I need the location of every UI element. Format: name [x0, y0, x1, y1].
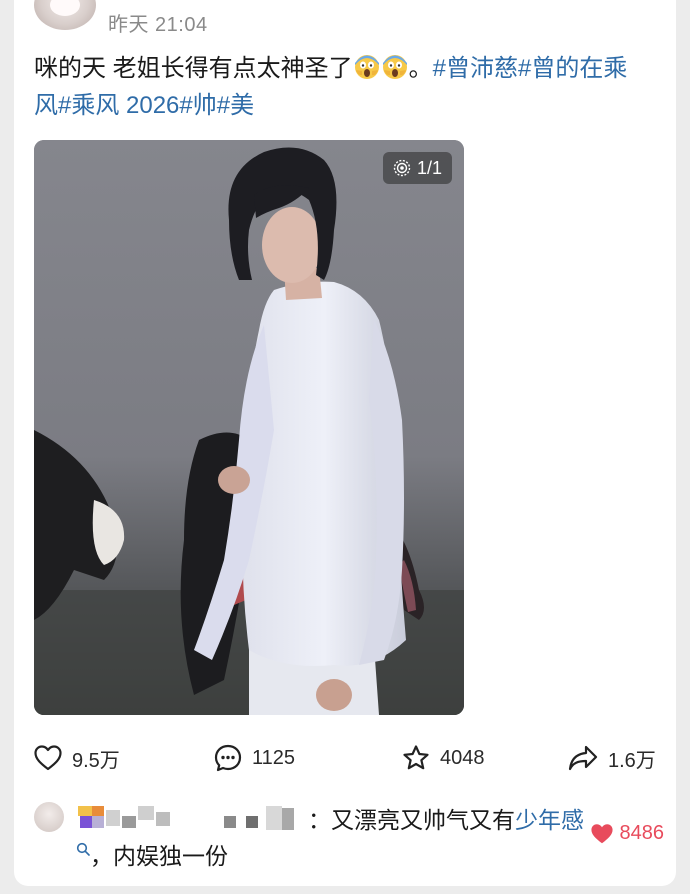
image-counter-text: 1/1 [416, 158, 442, 178]
avatar-face [50, 0, 80, 16]
share-button[interactable]: 1.6万 [568, 736, 656, 780]
action-bar: 9.5万 1125 4048 1.6万 [34, 736, 656, 780]
post-photo[interactable]: 1/1 [34, 140, 464, 715]
post-text: 咪的天 老姐长得有点太神圣了 。#曾沛慈#曾的在乘风#乘风 2026#帅#美 [34, 50, 664, 124]
comment-end: ，内娱独一份 [90, 843, 228, 869]
photo-illustration [34, 140, 464, 715]
post-time: 昨天 21:04 [108, 14, 208, 36]
like-button[interactable]: 9.5万 [34, 736, 120, 780]
post-text-period: 。 [408, 55, 433, 82]
image-counter: 1/1 [382, 152, 452, 184]
comment-count: 1125 [252, 746, 296, 769]
share-icon [568, 745, 598, 771]
comment-colon: ： [308, 807, 331, 833]
star-icon [403, 745, 429, 770]
author-avatar[interactable] [34, 0, 96, 30]
hashtag-line-1[interactable]: #曾沛慈#曾的在乘 [433, 55, 628, 82]
commenter-avatar[interactable] [34, 802, 64, 832]
comment-like-button[interactable]: 8486 [590, 822, 665, 845]
scream-emoji-icon [354, 55, 379, 79]
favorite-button[interactable]: 4048 [402, 736, 485, 780]
search-icon[interactable] [76, 842, 90, 856]
comment-button[interactable]: 1125 [214, 736, 295, 780]
post-card: 昨天 21:04 咪的天 老姐长得有点太神圣了 。#曾沛慈#曾的在乘风#乘风 2… [14, 0, 676, 886]
top-comment[interactable]: ：又漂亮又帅气又有少年感 ，内娱独一份 8486 [34, 796, 664, 876]
like-count: 9.5万 [72, 749, 120, 772]
favorite-count: 4048 [440, 746, 485, 769]
hashtag-line-2[interactable]: 风#乘风 2026#帅#美 [34, 92, 254, 119]
heart-icon [34, 745, 62, 771]
comment-highlight-link[interactable]: 少年感 [515, 807, 584, 833]
comment-like-count: 8486 [619, 822, 665, 844]
heart-filled-icon [590, 823, 613, 843]
share-count: 1.6万 [608, 749, 656, 772]
comment-text: ：又漂亮又帅气又有少年感 ，内娱独一份 [76, 802, 596, 874]
live-photo-icon [393, 159, 411, 177]
scream-emoji-icon-2 [382, 55, 407, 79]
comment-body: 又漂亮又帅气又有 [331, 807, 515, 833]
post-text-body: 咪的天 老姐长得有点太神圣了 [34, 55, 353, 82]
comment-icon [214, 744, 242, 772]
